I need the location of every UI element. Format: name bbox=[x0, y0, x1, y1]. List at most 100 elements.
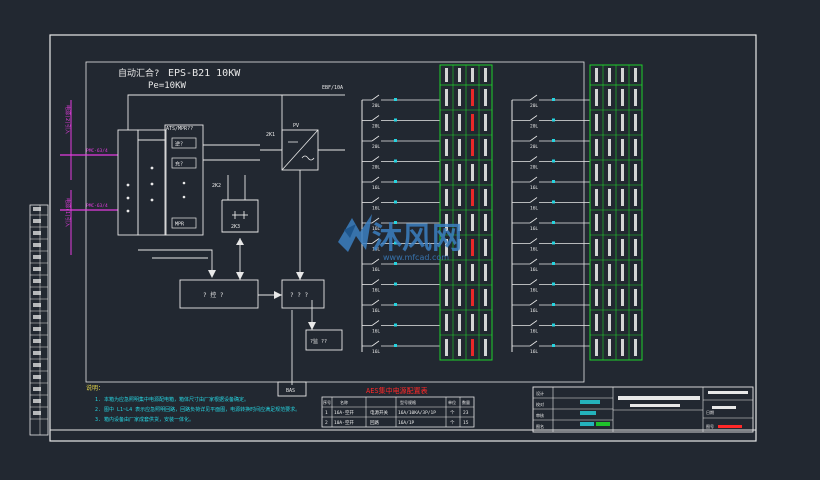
branch-label: 16L bbox=[372, 308, 380, 314]
note-2: 2. 图中 L1~L4 表示应急照明回路，回路负荷详见平面图，电源转换时间应满足… bbox=[95, 406, 300, 413]
branch-indicator bbox=[552, 221, 555, 224]
table-cell-text bbox=[445, 189, 448, 206]
branch-label: 16L bbox=[530, 308, 538, 314]
table-cell-text bbox=[621, 89, 624, 106]
breaker-contact bbox=[529, 197, 538, 203]
branch-indicator bbox=[394, 118, 397, 122]
branch-indicator bbox=[552, 282, 555, 286]
table-cell-text bbox=[484, 89, 487, 106]
table-header-text bbox=[471, 68, 474, 82]
breaker-contact bbox=[529, 176, 538, 183]
branch-indicator bbox=[552, 241, 555, 245]
table-cell-text bbox=[634, 339, 637, 356]
watermark-text: 沐风网 bbox=[372, 221, 462, 256]
tb-label-1: 校对 bbox=[536, 401, 544, 407]
table-cell-text bbox=[471, 89, 474, 106]
table-cell-text bbox=[608, 289, 611, 306]
table-cell-text bbox=[608, 89, 611, 106]
table-cell-text bbox=[458, 89, 461, 106]
table-cell-text bbox=[595, 164, 598, 181]
table-cell-text bbox=[484, 239, 487, 256]
table-cell-text bbox=[634, 164, 637, 181]
table-cell-text bbox=[458, 139, 461, 156]
branch-indicator bbox=[394, 180, 397, 183]
table-cell-text bbox=[458, 289, 461, 306]
table-cell-text bbox=[621, 114, 624, 131]
breaker-contact bbox=[371, 197, 380, 203]
table-r2c2: 回路 bbox=[370, 419, 379, 426]
table-cell-text bbox=[595, 314, 598, 331]
fuse-label: 2K2 bbox=[212, 183, 221, 189]
config-table-title: AES集中电源配置表 bbox=[366, 386, 428, 395]
table-cell-text bbox=[608, 189, 611, 206]
block-item-0: 逆? bbox=[175, 141, 183, 148]
branch-label: 16L bbox=[530, 206, 538, 212]
table-r1c3: 16A/10KA/3P/1P bbox=[398, 410, 436, 416]
note-1: 1. 本箱为应急照明集中电源配电箱，箱体尺寸由厂家根据设备确定。 bbox=[95, 396, 249, 403]
table-cell-text bbox=[458, 114, 461, 131]
branch-indicator bbox=[394, 344, 397, 347]
branch-indicator bbox=[394, 139, 397, 142]
branch-indicator bbox=[552, 180, 555, 183]
table-header-text bbox=[445, 68, 448, 82]
circuit-table-b bbox=[589, 64, 643, 361]
table-cell-text bbox=[621, 214, 624, 231]
table-cell-text bbox=[471, 214, 474, 231]
branch-indicator bbox=[552, 262, 555, 265]
breaker-contact bbox=[371, 156, 380, 162]
branch-label: 20L bbox=[372, 165, 380, 171]
branch-circuits-b: 20L 20L 20L 20L 16L 16L 16L 16L 16L 16L 16L 16L 16L bbox=[511, 94, 590, 355]
top-breaker-label: EBF/10A bbox=[322, 85, 343, 91]
table-cell-text bbox=[471, 289, 474, 306]
breaker-contact bbox=[529, 299, 538, 306]
table-cell-text bbox=[445, 314, 448, 331]
breaker-contact bbox=[529, 238, 538, 244]
table-cell-text bbox=[634, 214, 637, 231]
table-cell-text bbox=[484, 139, 487, 156]
tb-label-0: 设计 bbox=[536, 390, 544, 396]
table-cell-text bbox=[471, 114, 474, 131]
breaker-contact bbox=[371, 279, 380, 285]
table-cell-text bbox=[621, 314, 624, 331]
electrical-drawing: EPS-B21 10KW Pe=10KW 自动汇合? 电源(2)引入 电源(1)… bbox=[29, 34, 757, 442]
charger-label: ? ? ? bbox=[290, 292, 308, 299]
table-cell-text bbox=[484, 164, 487, 181]
table-cell-text bbox=[621, 139, 624, 156]
table-cell-text bbox=[471, 189, 474, 206]
table-cell-text bbox=[608, 214, 611, 231]
branch-label: 16L bbox=[530, 247, 538, 253]
table-h4: 数量 bbox=[462, 399, 470, 405]
branch-label: 16L bbox=[530, 288, 538, 294]
table-r1c4: 个 bbox=[450, 410, 455, 416]
table-cell-text bbox=[595, 89, 598, 106]
table-header-text bbox=[634, 68, 637, 82]
left-revision-strip bbox=[29, 204, 49, 436]
table-header-text bbox=[458, 68, 461, 82]
table-r1c0: 1 bbox=[325, 410, 328, 416]
watermark: 沐风网 www.mfcad.com bbox=[338, 214, 462, 262]
table-r2c1: 10A-空开 bbox=[334, 419, 354, 426]
config-table: AES集中电源配置表 序号 名称 型号规格 单位 数量 1 16A-空开 电源开… bbox=[321, 386, 475, 428]
breaker-contact bbox=[529, 258, 538, 265]
branch-indicator bbox=[394, 262, 397, 265]
table-cell-text bbox=[484, 114, 487, 131]
branch-indicator bbox=[394, 323, 397, 327]
branch-label: 16L bbox=[530, 329, 538, 335]
branch-label: 16L bbox=[372, 288, 380, 294]
branch-label: 16L bbox=[372, 349, 380, 355]
breaker-contact bbox=[529, 94, 538, 101]
branch-label: 16L bbox=[530, 349, 538, 355]
table-h2: 型号规格 bbox=[400, 399, 416, 405]
table-r2c4: 个 bbox=[450, 420, 455, 426]
breaker-contact bbox=[371, 115, 380, 121]
branch-indicator bbox=[552, 200, 555, 204]
branch-indicator bbox=[394, 282, 397, 286]
table-r2c3: 16A/1P bbox=[398, 420, 415, 426]
table-r1c1: 16A-空开 bbox=[334, 409, 354, 416]
table-cell-text bbox=[458, 264, 461, 281]
table-cell-text bbox=[458, 339, 461, 356]
branch-indicator bbox=[394, 98, 397, 101]
breaker-contact bbox=[529, 279, 538, 285]
table-cell-text bbox=[595, 239, 598, 256]
table-cell-text bbox=[634, 189, 637, 206]
